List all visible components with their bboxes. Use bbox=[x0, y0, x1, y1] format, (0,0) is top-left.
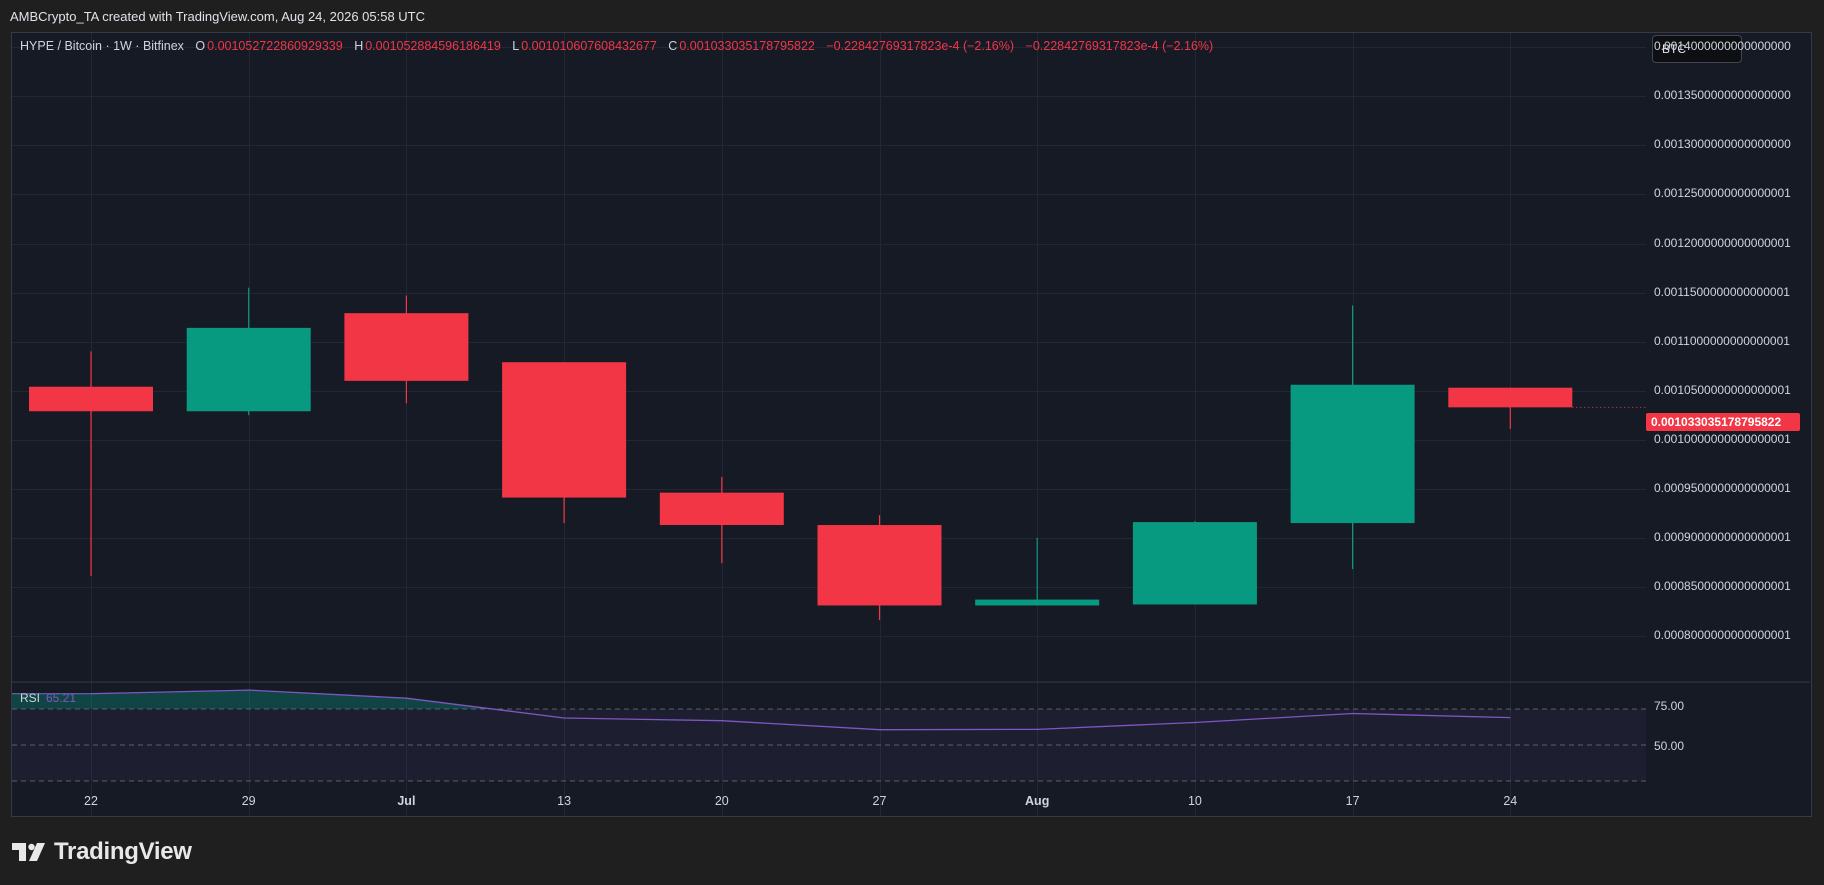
time-axis-label: 17 bbox=[1345, 794, 1360, 808]
price-axis-label: 0.0009500000000000001 bbox=[1654, 480, 1791, 495]
rsi-label[interactable]: RSI bbox=[20, 691, 40, 705]
change-value: −0.22842769317823e-4 (−2.16%) bbox=[826, 39, 1015, 53]
open-value: 0.001052722860929339 bbox=[207, 39, 343, 53]
time-axis-label: Aug bbox=[1025, 794, 1050, 808]
price-axis-label: 0.0010500000000000001 bbox=[1654, 382, 1791, 397]
brand-text: TradingView bbox=[54, 838, 192, 865]
rsi-overbought-fill bbox=[248, 690, 407, 709]
time-axis-label: 20 bbox=[714, 794, 729, 808]
price-axis-label: 0.0013000000000000000 bbox=[1654, 137, 1791, 152]
candle-body bbox=[1448, 387, 1573, 408]
ohlc-legend: HYPE / Bitcoin · 1W · Bitfinex O 0.001052… bbox=[20, 39, 1221, 57]
rsi-tick-50: 50.00 bbox=[1654, 739, 1685, 753]
low-key: L bbox=[512, 39, 520, 53]
price-axis-label: 0.0011500000000000001 bbox=[1654, 284, 1790, 299]
price-axis-label: 0.0014000000000000000 bbox=[1654, 39, 1791, 54]
close-key: C bbox=[668, 39, 678, 53]
candle-body bbox=[344, 313, 469, 381]
candlestick-chart[interactable] bbox=[0, 0, 1824, 885]
symbol-label[interactable]: HYPE / Bitcoin · 1W · Bitfinex bbox=[20, 39, 184, 53]
time-axis-label: 24 bbox=[1503, 794, 1518, 808]
price-axis-label: 0.0011000000000000001 bbox=[1654, 333, 1790, 348]
time-axis-label: 27 bbox=[872, 794, 887, 808]
candle-body bbox=[659, 492, 784, 526]
price-axis-label: 0.0012500000000000001 bbox=[1654, 186, 1791, 201]
candle-body bbox=[975, 599, 1100, 606]
high-key: H bbox=[354, 39, 364, 53]
price-axis-label: 0.0008000000000000001 bbox=[1654, 627, 1791, 642]
low-value: 0.001010607608432677 bbox=[521, 39, 657, 53]
time-axis-label: 22 bbox=[84, 794, 98, 808]
last-price-tag: 0.001033035178795822 bbox=[1646, 413, 1800, 431]
rsi-tick-75: 75.00 bbox=[1654, 699, 1685, 713]
open-key: O bbox=[195, 39, 206, 53]
candle-body bbox=[186, 327, 311, 412]
tradingview-logo-icon bbox=[12, 843, 45, 861]
rsi-value: 65.21 bbox=[46, 691, 77, 705]
price-axis-label: 0.0008500000000000001 bbox=[1654, 578, 1791, 593]
high-value: 0.001052884596186419 bbox=[365, 39, 501, 53]
candle-body bbox=[1132, 522, 1257, 605]
candle-body bbox=[29, 386, 153, 412]
price-axis-label: 0.0012000000000000001 bbox=[1654, 235, 1791, 250]
change-value-2: −0.22842769317823e-4 (−2.16%) bbox=[1025, 39, 1214, 53]
time-axis-label: 10 bbox=[1187, 794, 1202, 808]
candle-body bbox=[502, 362, 627, 498]
time-axis-label: Jul bbox=[397, 794, 416, 808]
candle-body bbox=[1290, 384, 1415, 524]
tradingview-logo[interactable]: TradingView bbox=[12, 838, 192, 866]
price-axis-label: 0.0013500000000000000 bbox=[1654, 88, 1791, 103]
time-axis-label: 13 bbox=[557, 794, 572, 808]
price-axis-label: 0.0010000000000000001 bbox=[1654, 431, 1791, 446]
price-axis-label: 0.0009000000000000001 bbox=[1654, 529, 1791, 544]
time-axis-label: 29 bbox=[241, 794, 256, 808]
candle-body bbox=[817, 525, 942, 606]
close-value: 0.001033035178795822 bbox=[679, 39, 815, 53]
